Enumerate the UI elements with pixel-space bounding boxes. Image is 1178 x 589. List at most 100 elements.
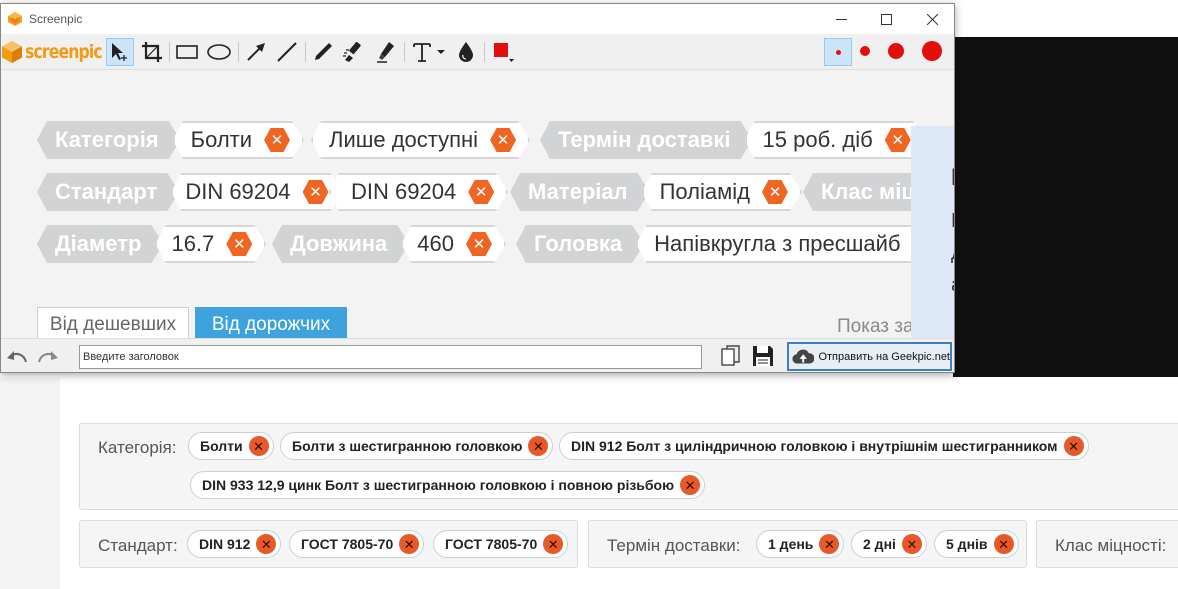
cloud-upload-icon [792, 349, 815, 364]
tag-length[interactable]: Довжина 460 ✕ [272, 225, 506, 263]
maximize-button[interactable] [863, 4, 909, 34]
copy-button[interactable] [717, 342, 745, 370]
app-logo-icon [8, 12, 22, 26]
remove-tag-icon[interactable]: ✕ [490, 128, 516, 152]
tag-value-text: 16.7 [171, 231, 215, 256]
remove-filter-icon[interactable]: ✕ [248, 436, 269, 456]
crop-icon [142, 42, 162, 62]
tag-value-text: Болти [190, 127, 253, 152]
tag-diameter[interactable]: Діаметр 16.7 ✕ [37, 225, 266, 263]
side-panel-char: д [951, 242, 954, 265]
tag-key: Довжина [272, 225, 409, 263]
size-xs-button[interactable] [824, 38, 852, 66]
tag-head[interactable]: Головка Напівкругла з пресшайб [516, 225, 932, 263]
redo-icon [38, 351, 58, 363]
color-picker-button[interactable] [489, 38, 517, 66]
tag-category[interactable]: Категорія Болти ✕ [37, 121, 304, 159]
filter-pill-bolts[interactable]: Болти ✕ [188, 432, 274, 460]
title-input[interactable] [79, 345, 702, 369]
filter-pill-1-day[interactable]: 1 день ✕ [756, 530, 845, 558]
delivery-filter-label: Термін доставки: [607, 536, 741, 555]
filter-pill-din912[interactable]: DIN 912 Болт з циліндричною головкою і в… [559, 432, 1089, 460]
undo-button[interactable] [3, 342, 31, 370]
remove-filter-icon[interactable]: ✕ [901, 534, 922, 554]
remove-filter-icon[interactable]: ✕ [819, 534, 840, 554]
tag-value: 15 роб. діб ✕ [745, 121, 925, 159]
remove-tag-icon[interactable]: ✕ [466, 232, 492, 256]
remove-filter-icon[interactable]: ✕ [543, 534, 564, 554]
text-icon [413, 43, 445, 62]
line-tool-button[interactable] [273, 38, 301, 66]
redo-button[interactable] [34, 342, 62, 370]
filter-pill-hex-head-bolts[interactable]: Болти з шестигранною головкою ✕ [280, 432, 554, 460]
maximize-icon [880, 13, 892, 25]
text-tool-button[interactable] [408, 38, 448, 66]
remove-tag-icon[interactable]: ✕ [303, 180, 329, 204]
droplet-tool-button[interactable] [452, 38, 480, 66]
blur-brush-icon [343, 41, 361, 62]
screenpic-window: Screenpic screenpic Категорія Болти ✕ Ли… [0, 3, 955, 373]
toolbar-separator [484, 42, 485, 62]
tag-key: Діаметр [37, 225, 163, 263]
remove-filter-icon[interactable]: ✕ [680, 475, 701, 495]
tag-key: Категорія [37, 121, 181, 159]
toolbar-separator [404, 42, 405, 62]
tag-value-text: 15 роб. діб [762, 127, 873, 152]
ellipse-tool-button[interactable] [205, 38, 233, 66]
toolbar-separator [305, 42, 306, 62]
rectangle-tool-button[interactable] [173, 38, 201, 66]
marker-tool-button[interactable] [372, 38, 400, 66]
remove-tag-icon[interactable]: ✕ [885, 128, 911, 152]
minimize-button[interactable] [818, 4, 864, 34]
remove-tag-icon[interactable]: ✕ [264, 128, 290, 152]
filter-pill-din933[interactable]: DIN 933 12,9 цинк Болт з шестигранною го… [190, 471, 706, 499]
filter-pill-2-days[interactable]: 2 дні ✕ [851, 530, 927, 558]
save-button[interactable] [749, 342, 777, 370]
cursor-icon [112, 43, 127, 61]
filter-pill-gost-2[interactable]: ГОСТ 7805-70 ✕ [433, 530, 569, 558]
filter-pill-5-days[interactable]: 5 днів ✕ [934, 530, 1019, 558]
pill-label: DIN 912 [199, 536, 251, 552]
title-bar[interactable]: Screenpic [1, 4, 954, 34]
remove-tag-icon[interactable]: ✕ [762, 180, 788, 204]
remove-tag-icon[interactable]: ✕ [226, 232, 252, 256]
remove-filter-icon[interactable]: ✕ [256, 534, 277, 554]
sort-expensive-button[interactable]: Від дорожчих [195, 307, 347, 338]
pill-label: Болти з шестигранною головкою [292, 438, 523, 454]
remove-filter-icon[interactable]: ✕ [528, 436, 549, 456]
page-left-gutter [0, 378, 60, 589]
tag-delivery-term[interactable]: Термін доставкі 15 роб. діб ✕ [540, 121, 925, 159]
remove-filter-icon[interactable]: ✕ [1063, 436, 1084, 456]
tag-material[interactable]: Матеріал Поліамід ✕ [510, 173, 802, 211]
tag-standard-2[interactable]: DIN 69204 ✕ [329, 173, 508, 211]
size-s-button[interactable] [852, 38, 880, 66]
remove-filter-icon[interactable]: ✕ [993, 534, 1014, 554]
close-button[interactable] [909, 4, 954, 34]
pill-label: Болти [200, 438, 243, 454]
filter-pill-gost-1[interactable]: ГОСТ 7805-70 ✕ [289, 530, 425, 558]
arrow-tool-button[interactable] [242, 38, 270, 66]
tag-available-only[interactable]: Лише доступні ✕ [311, 121, 530, 159]
tag-value: 16.7 ✕ [155, 225, 266, 263]
select-tool-button[interactable] [106, 38, 134, 66]
rectangle-icon [176, 45, 198, 59]
send-to-geekpic-button[interactable]: Отправить на Geekpic.net [787, 342, 952, 371]
tag-value: DIN 69204 ✕ [171, 173, 342, 211]
blur-tool-button[interactable] [340, 38, 368, 66]
crop-tool-button[interactable] [138, 38, 166, 66]
size-m-button[interactable] [883, 38, 911, 66]
capture-canvas[interactable]: Категорія Болти ✕ Лише доступні ✕ Термін… [1, 71, 954, 338]
filter-pill-din912-standard[interactable]: DIN 912 ✕ [187, 530, 282, 558]
sort-cheapest-button[interactable]: Від дешевших [37, 307, 189, 338]
size-l-button[interactable] [919, 38, 947, 66]
remove-tag-icon[interactable]: ✕ [468, 180, 494, 204]
pen-tool-button[interactable] [309, 38, 337, 66]
tag-standard[interactable]: Стандарт DIN 69204 ✕ [37, 173, 343, 211]
remove-filter-icon[interactable]: ✕ [399, 534, 420, 554]
pill-label: DIN 912 Болт з циліндричною головкою і в… [571, 438, 1058, 454]
bottom-bar: Отправить на Geekpic.net [1, 338, 954, 372]
close-icon [926, 13, 938, 25]
send-label: Отправить на Geekpic.net [818, 350, 950, 363]
dark-panel [953, 37, 1178, 377]
tag-value-text: DIN 69204 [351, 179, 457, 204]
